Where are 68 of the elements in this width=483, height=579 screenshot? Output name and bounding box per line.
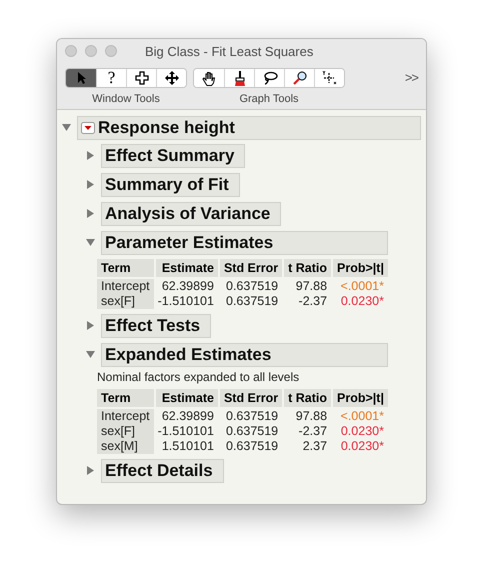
collapse-triangle-icon[interactable] xyxy=(62,123,71,132)
table-cell-text: 0.637519 xyxy=(225,424,280,439)
tool-button[interactable] xyxy=(156,69,186,87)
table-cell-text: 97.88 xyxy=(294,279,328,294)
table-cell-text: -1.510101 xyxy=(156,294,215,309)
move-icon xyxy=(164,71,178,85)
crosshair-icon xyxy=(134,71,148,85)
lasso-icon xyxy=(262,71,278,85)
p-value-cell-text: 0.0230* xyxy=(340,294,385,309)
term-cell: sex[M] xyxy=(97,439,154,454)
section-header[interactable]: Effect Tests xyxy=(101,314,212,338)
tool-group-label: Window Tools xyxy=(92,93,160,105)
table-cell-text: 2.37 xyxy=(302,439,328,454)
section-header[interactable]: Analysis of Variance xyxy=(101,202,282,226)
section-header[interactable]: Expanded Estimates xyxy=(101,343,388,367)
section-header[interactable]: Parameter Estimates xyxy=(101,231,388,255)
table-cell-text: 0.637519 xyxy=(225,439,280,454)
table-cell-text: 0.637519 xyxy=(225,294,280,309)
arrow-pointer-icon xyxy=(76,72,86,84)
collapse-triangle-icon[interactable] xyxy=(86,238,95,247)
report-header[interactable]: Response height xyxy=(77,116,421,140)
section-header[interactable]: Summary of Fit xyxy=(101,173,240,197)
column-header: Estimate xyxy=(154,259,218,279)
expand-triangle-icon[interactable] xyxy=(86,466,95,475)
term-cell: Intercept xyxy=(97,279,154,294)
expand-triangle-icon[interactable] xyxy=(86,180,95,189)
column-header: t Ratio xyxy=(282,389,332,409)
column-header: t Ratio xyxy=(282,259,332,279)
term-cell: Intercept xyxy=(97,409,154,424)
column-header: Prob>|t| xyxy=(331,389,388,409)
section-note: Nominal factors expanded to all levels xyxy=(97,370,300,384)
section-header[interactable]: Effect Summary xyxy=(101,144,246,168)
dropdown-menu-icon[interactable] xyxy=(81,122,95,134)
brush-icon xyxy=(234,70,246,86)
window-title: Big Class - Fit Least Squares xyxy=(145,44,314,58)
table-cell-text: -2.37 xyxy=(298,424,328,439)
hand-icon xyxy=(202,70,216,86)
column-header: Std Error xyxy=(218,259,282,279)
help-icon: ? xyxy=(108,69,116,87)
table-cell-text: 62.39899 xyxy=(160,279,215,294)
table-cell-text: 0.637519 xyxy=(225,279,280,294)
column-header: Term xyxy=(97,389,154,409)
table-cell-text: 1.510101 xyxy=(160,439,215,454)
toolbar-overflow-button[interactable]: >> xyxy=(404,70,418,85)
tool-button[interactable] xyxy=(314,69,344,87)
table-cell-text: -2.37 xyxy=(298,294,328,309)
column-header: Term xyxy=(97,259,154,279)
crosshair-icon xyxy=(322,71,337,85)
expand-triangle-icon[interactable] xyxy=(86,209,95,218)
section-header[interactable]: Effect Details xyxy=(101,459,224,483)
table-cell-text: 97.88 xyxy=(294,409,328,424)
expand-triangle-icon[interactable] xyxy=(86,151,95,160)
table-cell-text: 0.637519 xyxy=(225,409,280,424)
term-cell: sex[F] xyxy=(97,294,154,309)
p-value-cell-text: <.0001* xyxy=(340,409,385,424)
p-value-cell-text: 0.0230* xyxy=(340,439,385,454)
p-value-cell-text: <.0001* xyxy=(340,279,385,294)
tool-group-label: Graph Tools xyxy=(239,93,299,105)
table-cell-text: 62.39899 xyxy=(160,409,215,424)
column-header: Prob>|t| xyxy=(331,259,388,279)
table-cell-text: -1.510101 xyxy=(156,424,215,439)
column-header: Estimate xyxy=(154,389,218,409)
magnifier-icon xyxy=(292,71,306,85)
p-value-cell-text: 0.0230* xyxy=(340,424,385,439)
expand-triangle-icon[interactable] xyxy=(86,321,95,330)
column-header: Std Error xyxy=(218,389,282,409)
term-cell: sex[F] xyxy=(97,424,154,439)
collapse-triangle-icon[interactable] xyxy=(86,350,95,359)
